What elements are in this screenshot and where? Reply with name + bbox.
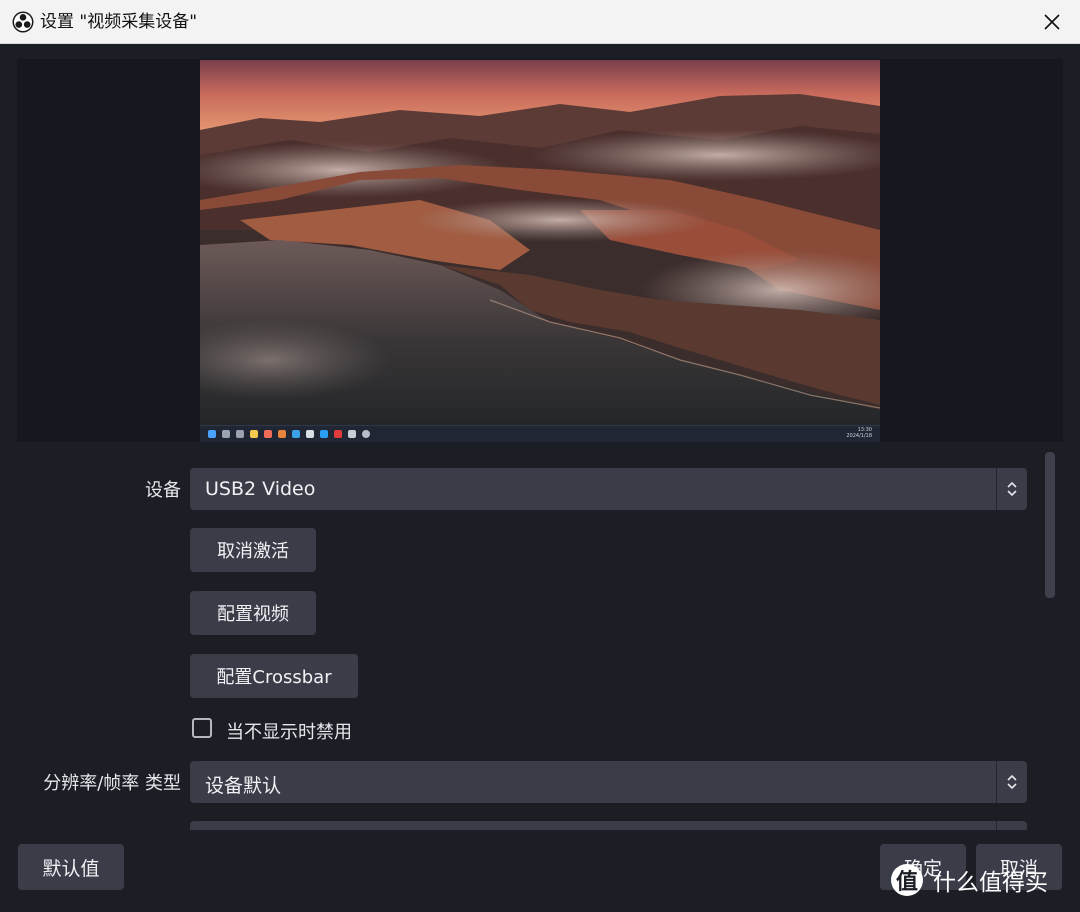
folder-icon: [250, 430, 258, 438]
calendar-icon: [306, 430, 314, 438]
defaults-button[interactable]: 默认值: [18, 844, 124, 890]
todo-icon: [320, 430, 328, 438]
close-button[interactable]: [1038, 8, 1066, 36]
deactivate-when-hidden-label: 当不显示时禁用: [226, 722, 352, 743]
map-pin-icon: [334, 430, 342, 438]
chevron-updown-icon: [996, 468, 1027, 510]
device-select-value: USB2 Video: [205, 478, 316, 500]
wallpaper-image: [200, 60, 880, 442]
taskview-icon: [236, 430, 244, 438]
app-icon: [264, 430, 272, 438]
obs-icon: [12, 11, 34, 33]
properties-scrollbar[interactable]: [1043, 452, 1057, 830]
deactivate-button[interactable]: 取消激活: [190, 528, 316, 572]
preview-taskbar: 13:30 2024/1/18: [200, 425, 880, 442]
firefox-icon: [278, 430, 286, 438]
resolution-select[interactable]: 设备默认: [190, 761, 1027, 803]
title-bar: 设置 "视频采集设备": [0, 0, 1080, 44]
store-icon: [348, 430, 356, 438]
settings-icon: [362, 430, 370, 438]
dialog-footer: 默认值 确定 取消 值 什么值得买: [0, 830, 1080, 912]
watermark: 值 什么值得买: [891, 860, 1048, 900]
resolution-label: 分辨率/帧率 类型: [43, 773, 181, 794]
preview-image: 13:30 2024/1/18: [200, 60, 880, 442]
configure-video-button[interactable]: 配置视频: [190, 591, 316, 635]
window-title: 设置 "视频采集设备": [40, 12, 198, 32]
resolution-select-value: 设备默认: [205, 775, 282, 797]
clock-date: 2024/1/18: [846, 433, 872, 439]
search-icon: [222, 430, 230, 438]
device-select[interactable]: USB2 Video: [190, 468, 1027, 510]
smzdm-logo-icon: 值: [891, 864, 923, 896]
scrollbar-thumb[interactable]: [1045, 452, 1055, 598]
deactivate-when-hidden-checkbox[interactable]: [192, 718, 212, 738]
close-icon: [1044, 14, 1060, 30]
taskbar-clock: 13:30 2024/1/18: [846, 427, 872, 439]
configure-crossbar-button[interactable]: 配置Crossbar: [190, 654, 358, 698]
watermark-text: 什么值得买: [933, 870, 1048, 896]
chevron-updown-icon: [996, 761, 1027, 803]
start-icon: [208, 430, 216, 438]
device-label: 设备: [145, 480, 181, 501]
edge-icon: [292, 430, 300, 438]
